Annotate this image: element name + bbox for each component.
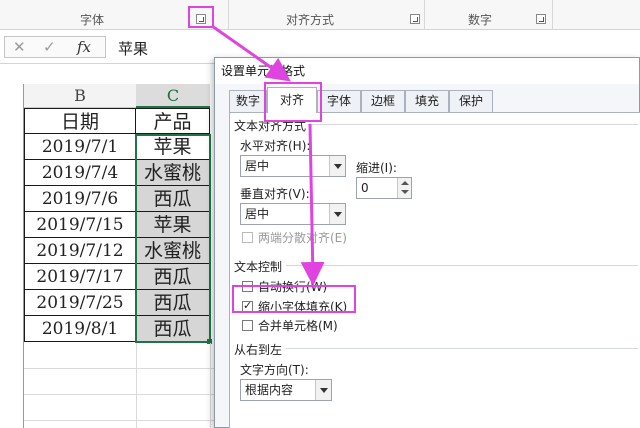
annotation-arrows xyxy=(211,24,325,286)
arrow-to-shrink-option xyxy=(300,123,325,286)
arrow-to-tab xyxy=(211,24,291,82)
tab-alignment[interactable]: 对齐 xyxy=(267,87,317,113)
